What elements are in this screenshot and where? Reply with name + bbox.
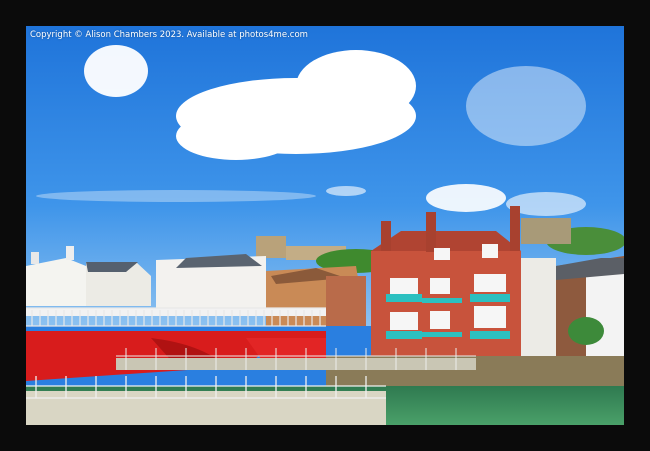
scene-illustration [26, 26, 624, 425]
right-houses [521, 256, 624, 358]
copyright-text: Copyright © Alison Chambers 2023. Availa… [30, 30, 308, 40]
print-frame: Copyright © Alison Chambers 2023. Availa… [0, 0, 650, 451]
harbour-photo: Copyright © Alison Chambers 2023. Availa… [26, 26, 624, 425]
